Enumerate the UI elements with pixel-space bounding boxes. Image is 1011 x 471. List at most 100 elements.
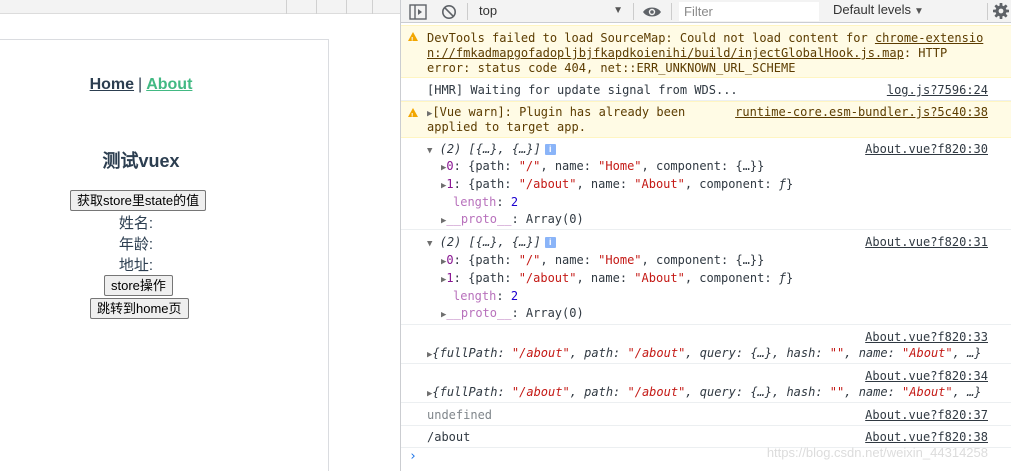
item-text: , name: (540, 159, 599, 173)
array-item[interactable]: ▶1: {path: "/about", name: "About", comp… (441, 271, 793, 286)
sourcemap-link[interactable]: n://fmkadmapgofadopljbjfkapdkoienihi/bui… (427, 46, 904, 60)
console-messages: DevTools failed to load SourceMap: Could… (401, 24, 1011, 471)
context-value: top (479, 3, 498, 18)
sidebar-toggle-icon[interactable] (407, 0, 429, 23)
context-select[interactable]: top ▼ (475, 0, 627, 23)
length-key: length (453, 289, 497, 303)
proto-key: __proto__ (446, 212, 512, 226)
chevron-down-icon: ▼ (914, 6, 924, 17)
collapse-triangle-icon[interactable]: ▼ (427, 146, 432, 156)
array-item[interactable]: ▶0: {path: "/", name: "Home", component:… (441, 159, 764, 174)
console-log: undefined About.vue?f820:37 (401, 404, 1011, 426)
object-string: "/about" (627, 385, 686, 399)
object-key: {fullPath: (432, 385, 512, 399)
object-string: "" (829, 385, 845, 399)
message-line: DevTools failed to load SourceMap: Could… (427, 31, 983, 46)
source-link[interactable]: About.vue?f820:31 (865, 235, 988, 250)
source-link[interactable]: runtime-core.esm-bundler.js?5c40:38 (735, 105, 988, 120)
item-string: "About" (634, 271, 685, 285)
length-key: length (453, 195, 497, 209)
object-key: , …} (952, 346, 982, 360)
object-key: , name: (844, 385, 903, 399)
array-item[interactable]: ▶1: {path: "/about", name: "About", comp… (441, 177, 793, 192)
item-text: , name: (576, 177, 635, 191)
object-key: , path: (569, 385, 628, 399)
nav-link-home[interactable]: Home (90, 76, 134, 93)
item-text: , name: (576, 271, 635, 285)
object-string: "" (829, 346, 845, 360)
item-key: 0 (446, 253, 454, 267)
item-text: : {path: (453, 159, 519, 173)
array-proto[interactable]: ▶__proto__: Array(0) (441, 306, 584, 321)
item-key: 1 (446, 177, 454, 191)
tab-strip-segment (0, 0, 287, 14)
item-key: 0 (446, 159, 454, 173)
item-text: : {path: (453, 271, 519, 285)
gear-icon[interactable] (991, 0, 1011, 23)
array-header[interactable]: ▼ (2) [{…}, {…}] i (427, 142, 556, 157)
item-text: , name: (540, 253, 599, 267)
item-function: ƒ (778, 177, 787, 191)
object-string: "/about" (511, 346, 570, 360)
object-key: , path: (569, 346, 628, 360)
console-warning: DevTools failed to load SourceMap: Could… (401, 25, 1011, 78)
object-string: "/about" (627, 346, 686, 360)
name-label: 姓名: (118, 215, 154, 232)
console-log-array: ▼ (2) [{…}, {…}] i About.vue?f820:30 ▶0: … (401, 139, 1011, 230)
nav-separator: | (138, 76, 143, 93)
item-key: 1 (446, 271, 454, 285)
tab-strip-segment (317, 0, 347, 14)
console-warning: ▶[Vue warn]: Plugin has already been app… (401, 101, 1011, 138)
item-text: , component: {…}} (641, 253, 765, 267)
chevron-down-icon: ▼ (613, 5, 623, 16)
console-log-object: About.vue?f820:34 ▶{fullPath: "/about", … (401, 365, 1011, 403)
proto-key: __proto__ (446, 306, 512, 320)
item-text: , component: (684, 177, 779, 191)
console-log-array: ▼ (2) [{…}, {…}] i About.vue?f820:31 ▶0: … (401, 231, 1011, 325)
proto-value: : Array(0) (511, 212, 584, 226)
item-string: "/about" (518, 271, 577, 285)
message-line: n://fmkadmapgofadopljbjfkapdkoienihi/bui… (427, 46, 947, 61)
source-link[interactable]: About.vue?f820:38 (865, 430, 988, 445)
source-link[interactable]: About.vue?f820:33 (865, 330, 988, 345)
console-filter-input[interactable] (679, 2, 819, 21)
array-proto[interactable]: ▶__proto__: Array(0) (441, 212, 584, 227)
devtools-panel: top ▼ Default levels▼ (400, 0, 1011, 471)
toolbar-divider (633, 3, 634, 20)
message-text: /about (427, 430, 471, 444)
item-string: "Home" (598, 253, 642, 267)
console-log-object: About.vue?f820:33 ▶{fullPath: "/about", … (401, 326, 1011, 364)
info-icon: i (544, 144, 556, 155)
object-preview-text: {fullPath: "/about", path: "/about", que… (432, 346, 981, 360)
item-string: "/about" (518, 177, 577, 191)
warning-icon (408, 32, 418, 48)
object-preview[interactable]: ▶{fullPath: "/about", path: "/about", qu… (427, 346, 982, 361)
console-toolbar: top ▼ Default levels▼ (401, 0, 1011, 23)
clear-console-icon[interactable] (439, 0, 461, 23)
length-value: 2 (510, 195, 519, 209)
nav-link-about[interactable]: About (146, 76, 192, 93)
store-operation-button[interactable]: store操作 (104, 275, 173, 296)
collapse-triangle-icon[interactable]: ▼ (427, 239, 432, 249)
info-icon: i (544, 237, 556, 248)
console-prompt-icon[interactable]: › (409, 449, 417, 464)
warning-icon (408, 108, 418, 124)
array-summary: (2) [{…}, {…}] (439, 235, 541, 249)
object-preview[interactable]: ▶{fullPath: "/about", path: "/about", qu… (427, 385, 982, 400)
object-key: , name: (844, 346, 903, 360)
item-text: } (786, 271, 794, 285)
toolbar-divider (987, 3, 988, 20)
sourcemap-link[interactable]: chrome-extensio (875, 31, 983, 45)
source-link[interactable]: About.vue?f820:30 (865, 142, 988, 157)
eye-icon[interactable] (641, 0, 665, 23)
source-link[interactable]: About.vue?f820:37 (865, 408, 988, 423)
source-link[interactable]: log.js?7596:24 (887, 83, 988, 98)
goto-home-button[interactable]: 跳转到home页 (90, 298, 189, 319)
proto-value: : Array(0) (511, 306, 584, 320)
browser-tab-strip (0, 0, 400, 14)
array-item[interactable]: ▶0: {path: "/", name: "Home", component:… (441, 253, 764, 268)
get-state-button[interactable]: 获取store里state的值 (70, 190, 207, 211)
log-levels-select[interactable]: Default levels ▼ (825, 0, 955, 23)
source-link[interactable]: About.vue?f820:34 (865, 369, 988, 384)
array-header[interactable]: ▼ (2) [{…}, {…}] i (427, 235, 556, 250)
